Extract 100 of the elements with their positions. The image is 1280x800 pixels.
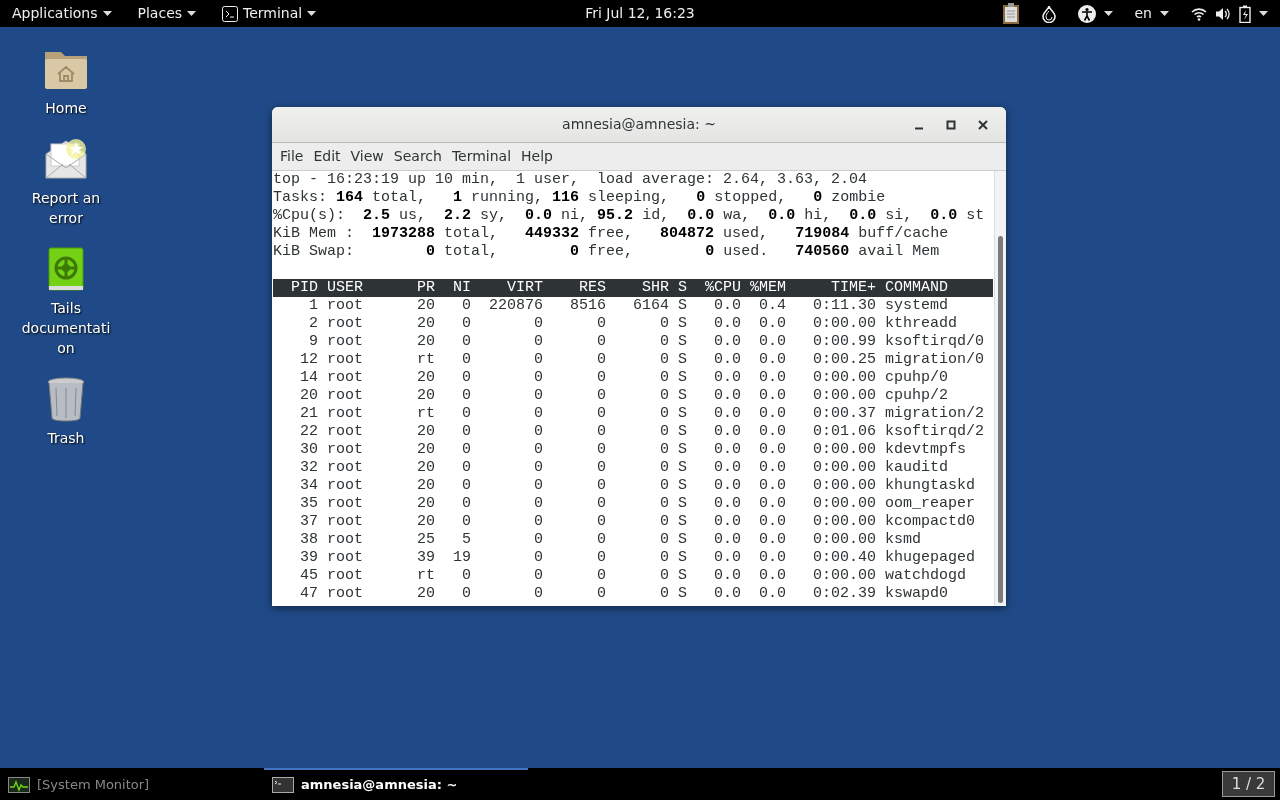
table-cell-text: 0.0 xyxy=(713,297,741,315)
keyboard-layout[interactable]: en xyxy=(1134,3,1152,24)
table-cell-text: 0 xyxy=(659,351,669,369)
table-cell-text: 0 xyxy=(596,585,606,603)
table-cell-text: 220876 xyxy=(488,297,543,315)
terminal-line: KiB Mem : 1973288 total, 449332 free, 804872 used, 719084 buff/cache xyxy=(273,225,950,243)
accessibility-icon[interactable] xyxy=(1077,4,1096,23)
table-cell-text: 0 xyxy=(461,459,471,477)
menu-item[interactable]: Terminal xyxy=(446,144,517,169)
table-cell-text: 0 xyxy=(533,423,543,441)
table-cell-text: rt xyxy=(416,405,435,423)
table-cell: S xyxy=(678,405,687,423)
table-cell-text: root xyxy=(327,459,364,477)
battery-icon[interactable] xyxy=(1239,4,1251,23)
table-cell-text: 0:00.00 xyxy=(812,315,876,333)
table-cell-text: 0 xyxy=(533,333,543,351)
table-cell-text: 0 xyxy=(461,351,471,369)
workspace-switcher[interactable]: 1 / 2 xyxy=(1222,771,1275,797)
table-cell-text: 0.0 xyxy=(758,513,786,531)
table-cell-text: 22 xyxy=(299,423,318,441)
close-icon[interactable] xyxy=(978,120,988,130)
table-cell: S xyxy=(678,459,687,477)
icon-label[interactable]: Tails documentation xyxy=(20,298,112,358)
table-cell-text: 0 xyxy=(533,387,543,405)
table-cell-text: 0 xyxy=(659,585,669,603)
table-cell: ksoftirqd/2 xyxy=(885,423,985,441)
table-cell-text: 0 xyxy=(533,477,543,495)
menu-item[interactable]: Search xyxy=(388,144,447,169)
table-cell-text: 20 xyxy=(416,369,435,387)
table-cell-text: 0:00.00 xyxy=(812,441,876,459)
column-header: %CPU xyxy=(704,279,741,297)
caret-icon xyxy=(1160,11,1169,16)
trash-icon[interactable] xyxy=(46,376,86,422)
table-cell-text: 0 xyxy=(533,405,543,423)
table-cell-text: 0 xyxy=(461,441,471,459)
menu-item[interactable]: Edit xyxy=(308,144,346,169)
clock[interactable]: Fri Jul 12, 16:23 xyxy=(585,3,695,24)
table-cell-text: 0 xyxy=(461,567,471,585)
terminal-line: KiB Swap: 0 total, 0 free, 0 used. 740560 avail Mem xyxy=(273,243,941,261)
table-cell-text: 0.0 xyxy=(758,441,786,459)
taskbar-item[interactable]: [System Monitor] xyxy=(0,768,264,800)
table-cell-text: 0 xyxy=(596,567,606,585)
menu-item[interactable]: File xyxy=(275,144,309,169)
table-cell: khungtaskd xyxy=(885,477,975,495)
envelope-star-icon[interactable] xyxy=(43,136,89,182)
table-cell-text: 0 xyxy=(461,369,471,387)
icon-label[interactable]: Home xyxy=(20,98,112,118)
column-header: PR xyxy=(416,279,435,297)
table-cell-text: 0.0 xyxy=(713,423,741,441)
clipboard-icon[interactable] xyxy=(1001,2,1020,25)
table-cell: kswapd0 xyxy=(885,585,948,603)
table-cell-text: 0.0 xyxy=(713,351,741,369)
table-cell-text: 0 xyxy=(659,387,669,405)
table-cell-text: 0.0 xyxy=(713,477,741,495)
table-cell-text: 0 xyxy=(461,315,471,333)
scrollbar[interactable] xyxy=(994,171,1006,606)
table-cell-text: 0:02.39 xyxy=(812,585,876,603)
table-cell-text: 20 xyxy=(416,297,435,315)
terminal-line: Tasks: 164 total, 1 running, 116 sleeping, 0 stopped, 0 zombie xyxy=(273,189,887,207)
menu-item[interactable]: Help xyxy=(516,144,558,169)
icon-label[interactable]: Report an error xyxy=(20,188,112,228)
table-cell-text: 0 xyxy=(533,459,543,477)
table-cell-text: 0.0 xyxy=(713,441,741,459)
icon-label[interactable]: Trash xyxy=(20,428,112,448)
wifi-icon[interactable] xyxy=(1191,6,1207,21)
table-cell-text: 0.0 xyxy=(758,549,786,567)
table-cell: watchdogd xyxy=(885,567,966,585)
table-cell-text: root xyxy=(327,477,364,495)
column-header: TIME+ xyxy=(830,279,876,297)
table-cell-text: 20 xyxy=(416,585,435,603)
table-cell-text: 0 xyxy=(461,495,471,513)
volume-icon[interactable] xyxy=(1215,6,1231,21)
table-cell-text: 0.0 xyxy=(758,567,786,585)
column-header: NI xyxy=(452,279,471,297)
table-cell-text: 0 xyxy=(461,513,471,531)
table-cell-text: 0.0 xyxy=(713,315,741,333)
table-cell: S xyxy=(678,441,687,459)
table-cell: S xyxy=(678,513,687,531)
table-cell-text: 0:00.00 xyxy=(812,513,876,531)
table-cell-text: 0 xyxy=(461,387,471,405)
table-cell: S xyxy=(678,369,687,387)
menu[interactable]: Places xyxy=(137,3,197,24)
app-menu[interactable]: Terminal xyxy=(222,3,317,24)
taskbar-item[interactable]: amnesia@amnesia: ~ xyxy=(264,768,528,800)
table-cell-text: 1 xyxy=(308,297,318,315)
table-cell-text: root xyxy=(327,405,364,423)
book-icon[interactable] xyxy=(46,246,86,292)
maximize-icon[interactable] xyxy=(946,120,956,130)
menu[interactable]: Applications xyxy=(12,3,112,24)
table-cell: ksoftirqd/0 xyxy=(885,333,985,351)
table-cell: S xyxy=(678,531,687,549)
table-cell-text: 0 xyxy=(659,513,669,531)
column-header: VIRT xyxy=(506,279,543,297)
table-cell-text: 0 xyxy=(659,333,669,351)
table-cell-text: 0.0 xyxy=(758,387,786,405)
table-cell-text: 47 xyxy=(299,585,318,603)
table-cell-text: 0 xyxy=(461,297,471,315)
table-cell-text: 0 xyxy=(533,441,543,459)
table-cell-text: 0 xyxy=(533,369,543,387)
menu-item[interactable]: View xyxy=(345,144,389,169)
